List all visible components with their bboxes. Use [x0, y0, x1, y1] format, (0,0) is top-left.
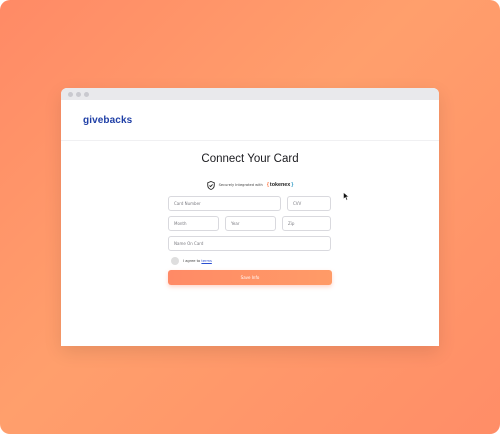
tokenex-logo: { tokenex } [267, 182, 294, 188]
save-info-button[interactable]: Save Info [168, 270, 332, 285]
month-field[interactable]: Month [168, 216, 219, 231]
background-frame: givebacks Connect Your Card Securely Int… [0, 0, 500, 434]
security-badge: Securely Integrated with { tokenex } [61, 175, 439, 194]
mouse-cursor-icon [343, 186, 350, 201]
agree-terms-checkbox[interactable] [171, 257, 179, 265]
page-title: Connect Your Card [201, 153, 299, 165]
browser-window: givebacks Connect Your Card Securely Int… [61, 88, 439, 346]
year-placeholder: Year [231, 221, 240, 226]
zip-field[interactable]: Zip [282, 216, 331, 231]
name-on-card-placeholder: Name On Card [174, 241, 204, 246]
tokenex-name: tokenex [269, 181, 291, 188]
agree-terms-prefix: I agree to [183, 259, 201, 263]
name-on-card-field[interactable]: Name On Card [168, 236, 331, 251]
cvv-field[interactable]: CVV [287, 196, 331, 211]
terms-link[interactable]: terms [201, 259, 211, 263]
tokenex-left-brace: { [266, 181, 269, 188]
window-titlebar [61, 88, 439, 100]
year-field[interactable]: Year [225, 216, 276, 231]
security-label: Securely Integrated with [218, 182, 263, 187]
window-control-minimize[interactable] [76, 91, 81, 97]
tokenex-right-brace: } [291, 181, 294, 188]
card-number-placeholder: Card Number [174, 201, 201, 206]
save-info-label: Save Info [240, 275, 260, 280]
app-header: givebacks [61, 100, 439, 141]
shield-check-icon [206, 175, 215, 194]
window-control-maximize[interactable] [84, 91, 89, 97]
month-placeholder: Month [174, 221, 187, 226]
agree-terms-label: I agree to terms [183, 259, 212, 263]
brand-logo[interactable]: givebacks [83, 115, 132, 126]
zip-placeholder: Zip [288, 221, 295, 226]
window-control-close[interactable] [68, 91, 73, 97]
card-number-field[interactable]: Card Number [168, 196, 281, 211]
cvv-placeholder: CVV [293, 201, 302, 206]
